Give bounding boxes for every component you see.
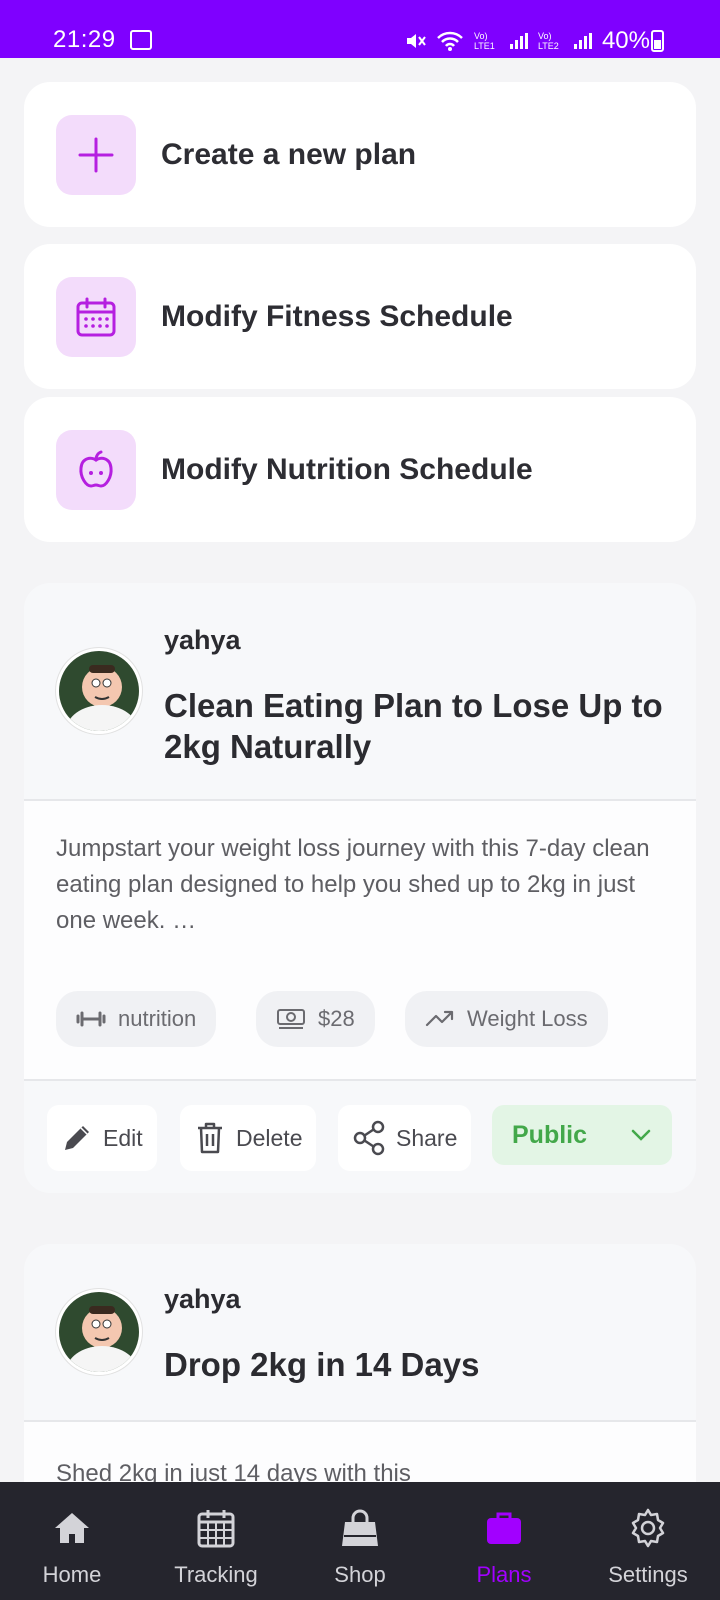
battery-icon — [651, 30, 664, 52]
chevron-down-icon — [631, 1129, 651, 1141]
delete-button[interactable]: Delete — [180, 1105, 317, 1171]
visibility-value: Public — [512, 1120, 588, 1149]
delete-label: Delete — [236, 1124, 303, 1151]
author-name: yahya — [164, 1284, 241, 1314]
gear-icon — [628, 1508, 668, 1548]
edit-label: Edit — [103, 1124, 143, 1151]
price-tag: $28 — [256, 991, 375, 1047]
nav-tracking[interactable]: Tracking — [144, 1482, 288, 1600]
create-plan-button[interactable]: Create a new plan — [24, 82, 696, 227]
money-icon — [277, 1009, 305, 1029]
modify-fitness-label: Modify Fitness Schedule — [161, 299, 513, 333]
price-tag-label: $28 — [318, 1006, 355, 1031]
sim1-label: Vo) LTE1 — [473, 31, 495, 51]
share-icon — [353, 1120, 385, 1156]
create-plan-label: Create a new plan — [161, 137, 417, 171]
nav-shop-label: Shop — [334, 1562, 386, 1587]
modify-nutrition-label: Modify Nutrition Schedule — [161, 452, 533, 486]
nav-settings[interactable]: Settings — [576, 1482, 720, 1600]
plan-description: Jumpstart your weight loss journey with … — [56, 835, 650, 934]
status-icons: Vo) LTE1 Vo) LTE2 40% — [404, 27, 650, 55]
share-label: Share — [396, 1124, 458, 1151]
share-button[interactable]: Share — [338, 1105, 472, 1171]
plan-card-body: Jumpstart your weight loss journey with … — [24, 801, 696, 1081]
nav-plans[interactable]: Plans — [432, 1482, 576, 1600]
visibility-dropdown[interactable]: Public — [492, 1105, 672, 1165]
plan-card[interactable]: yahya Clean Eating Plan to Lose Up to 2k… — [24, 583, 696, 1193]
nav-home-label: Home — [42, 1562, 102, 1587]
signal-icon — [573, 33, 592, 49]
author-name: yahya — [164, 625, 241, 655]
briefcase-icon — [484, 1508, 524, 1548]
modify-fitness-schedule-button[interactable]: Modify Fitness Schedule — [24, 244, 696, 389]
plan-card-header: yahya Drop 2kg in 14 Days — [24, 1244, 696, 1422]
sim2-label: Vo) LTE2 — [537, 31, 559, 51]
plan-title: Clean Eating Plan to Lose Up to 2kg Natu… — [164, 687, 663, 765]
calendar-icon — [56, 276, 136, 357]
gallery-notification-icon — [130, 30, 152, 50]
type-tag: nutrition — [56, 991, 217, 1047]
mute-icon — [406, 34, 426, 48]
nav-plans-label: Plans — [476, 1562, 532, 1587]
plus-icon — [56, 114, 136, 195]
signal-icon — [509, 33, 528, 49]
goal-tag: Weight Loss — [405, 991, 608, 1047]
home-icon — [52, 1508, 92, 1548]
dumbbell-icon — [76, 1011, 106, 1027]
avatar — [56, 648, 142, 734]
shopping-bag-icon — [340, 1508, 380, 1548]
plan-card-header: yahya Clean Eating Plan to Lose Up to 2k… — [24, 583, 696, 801]
status-bar: 21:29 Vo) LTE1 Vo) LTE2 40% — [0, 0, 720, 58]
modify-nutrition-schedule-button[interactable]: Modify Nutrition Schedule — [24, 397, 696, 542]
nav-shop[interactable]: Shop — [288, 1482, 432, 1600]
calendar-icon — [196, 1508, 236, 1548]
nav-tracking-label: Tracking — [174, 1562, 258, 1587]
plan-actions: Edit Delete Share Public — [24, 1079, 696, 1191]
type-tag-label: nutrition — [118, 1006, 197, 1031]
wifi-icon — [437, 31, 463, 51]
plan-title: Drop 2kg in 14 Days — [164, 1346, 480, 1383]
battery-percent: 40% — [601, 27, 650, 54]
pencil-icon — [65, 1126, 89, 1150]
bottom-navigation: Home Tracking Shop Plans Settings — [0, 1482, 720, 1600]
trash-icon — [198, 1122, 222, 1154]
apple-icon — [56, 429, 136, 510]
avatar — [56, 1289, 142, 1375]
trending-up-icon — [425, 1010, 454, 1027]
nav-home[interactable]: Home — [0, 1482, 144, 1600]
edit-button[interactable]: Edit — [47, 1105, 157, 1171]
nav-settings-label: Settings — [608, 1562, 688, 1587]
goal-tag-label: Weight Loss — [467, 1006, 588, 1031]
clock: 21:29 — [53, 26, 116, 53]
